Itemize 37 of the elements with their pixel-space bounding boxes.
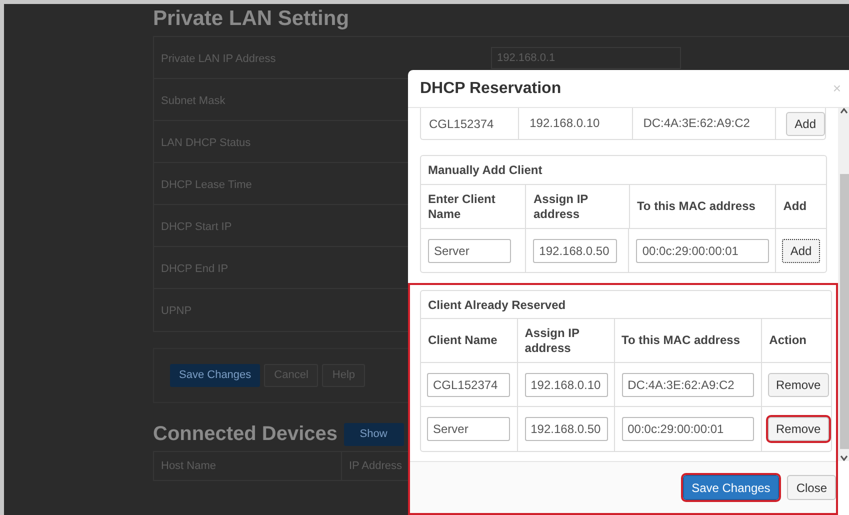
text-field[interactable]: DC:4A:3E:62:A9:C2: [622, 372, 754, 396]
remove-button[interactable]: Remove: [768, 417, 829, 441]
panel-title: Manually Add Client: [421, 156, 826, 185]
column-header: Assign IP address: [525, 185, 629, 228]
column-header: Action: [761, 319, 831, 362]
scrollbar-thumb[interactable]: [840, 174, 848, 449]
text-field[interactable]: Server: [427, 417, 510, 441]
column-header: Assign IP address: [516, 319, 614, 362]
show-button[interactable]: Show: [344, 422, 404, 446]
text-field[interactable]: 192.168.0.50: [533, 238, 618, 262]
add-button[interactable]: Add: [782, 238, 820, 262]
table-cell-text: CGL152374: [428, 116, 495, 132]
scrollbar[interactable]: [838, 108, 849, 461]
page-button[interactable]: Save Changes: [170, 364, 260, 387]
add-button[interactable]: Add: [786, 112, 825, 136]
column-header: To this MAC address: [614, 319, 762, 362]
table-cell: DC:4A:3E:62:A9:C2: [632, 108, 775, 139]
text-field[interactable]: 192.168.0.10: [524, 372, 608, 396]
table-cell: 192.168.0.10: [518, 108, 632, 139]
scroll-up-icon[interactable]: [840, 108, 848, 114]
remove-button[interactable]: Remove: [768, 372, 829, 396]
scroll-down-icon[interactable]: [840, 455, 848, 461]
text-field[interactable]: CGL152374: [427, 372, 510, 396]
column-header: Enter Client Name: [427, 190, 496, 222]
text-field[interactable]: 00:0c:29:00:00:01: [636, 238, 770, 262]
dialog-title: DHCP Reservation: [420, 78, 562, 98]
page-title: Private LAN Setting: [153, 6, 350, 32]
dialog-button[interactable]: Close: [787, 475, 836, 500]
section-heading: Connected Devices: [153, 422, 338, 447]
panel-title: Client Already Reserved: [421, 291, 831, 319]
text-field[interactable]: Server: [428, 238, 511, 262]
text-field[interactable]: 00:0c:29:00:00:01: [622, 417, 754, 441]
text-field[interactable]: 192.168.0.50: [524, 417, 608, 441]
column-header: Client Name: [427, 332, 498, 349]
column-header: Add: [775, 185, 826, 228]
column-header: To this MAC address: [628, 185, 776, 228]
save-changes-button[interactable]: Save Changes: [682, 475, 780, 500]
